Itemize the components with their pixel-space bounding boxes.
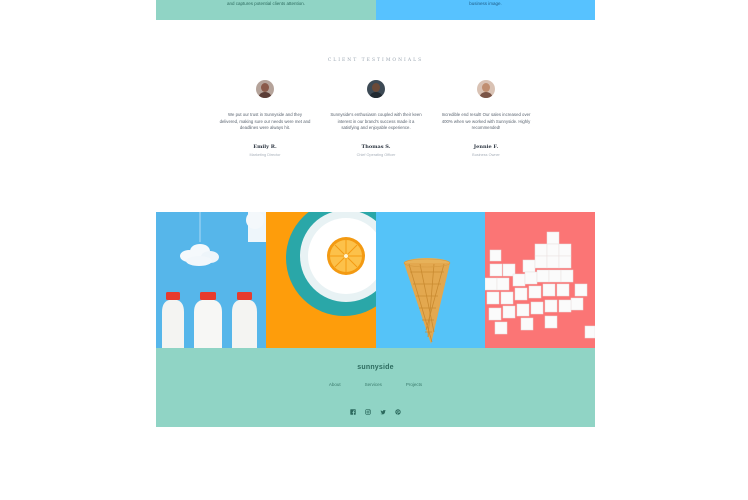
instagram-icon[interactable] (365, 409, 371, 415)
pinterest-icon[interactable] (395, 409, 401, 415)
testimonial-name: Thomas S. (361, 143, 391, 150)
strip-left-panel: and captures potential clients attention… (156, 0, 376, 20)
top-strip: and captures potential clients attention… (156, 0, 595, 20)
ice-cream-cone-image (375, 212, 486, 348)
twitter-icon[interactable] (380, 409, 386, 415)
avatar (477, 80, 495, 98)
testimonial-quote: Incredible end result! Our sales increas… (441, 112, 531, 130)
testimonial-name: Emily R. (253, 143, 277, 150)
testimonial-card: Sunnyside's enthusiasm coupled with thei… (324, 80, 428, 157)
testimonials-section: CLIENT TESTIMONIALS We put our trust in … (156, 20, 595, 212)
gallery (156, 212, 595, 348)
testimonial-role: Chief Operating Officer (356, 152, 396, 157)
sugar-cubes-image (485, 212, 595, 348)
strip-left-text: and captures potential clients attention… (226, 1, 306, 6)
strip-right-text: business image. (469, 1, 502, 6)
facebook-icon[interactable] (350, 409, 356, 415)
footer: sunnyside About Services Projects (156, 348, 595, 427)
avatar (367, 80, 385, 98)
testimonial-quote: We put our trust in Sunnyside and they d… (219, 112, 311, 130)
testimonials-heading: CLIENT TESTIMONIALS (327, 58, 424, 63)
testimonial-role: Business Owner (472, 152, 500, 157)
testimonial-quote: Sunnyside's enthusiasm coupled with thei… (330, 112, 422, 130)
testimonial-role: Marketing Director (249, 152, 281, 157)
avatar (256, 80, 274, 98)
footer-nav-projects[interactable]: Projects (406, 382, 422, 387)
testimonial-card: We put our trust in Sunnyside and they d… (213, 80, 317, 157)
testimonial-name: Jennie F. (473, 143, 499, 150)
page: and captures potential clients attention… (156, 0, 595, 427)
social-links (156, 409, 595, 415)
footer-nav: About Services Projects (156, 382, 595, 387)
testimonial-card: Incredible end result! Our sales increas… (434, 80, 538, 157)
orange-plate-image (265, 212, 376, 348)
footer-nav-services[interactable]: Services (365, 382, 382, 387)
footer-logo[interactable]: sunnyside (156, 364, 595, 371)
milk-bottles-image (156, 212, 266, 348)
strip-right-panel: business image. (376, 0, 595, 20)
footer-nav-about[interactable]: About (329, 382, 341, 387)
